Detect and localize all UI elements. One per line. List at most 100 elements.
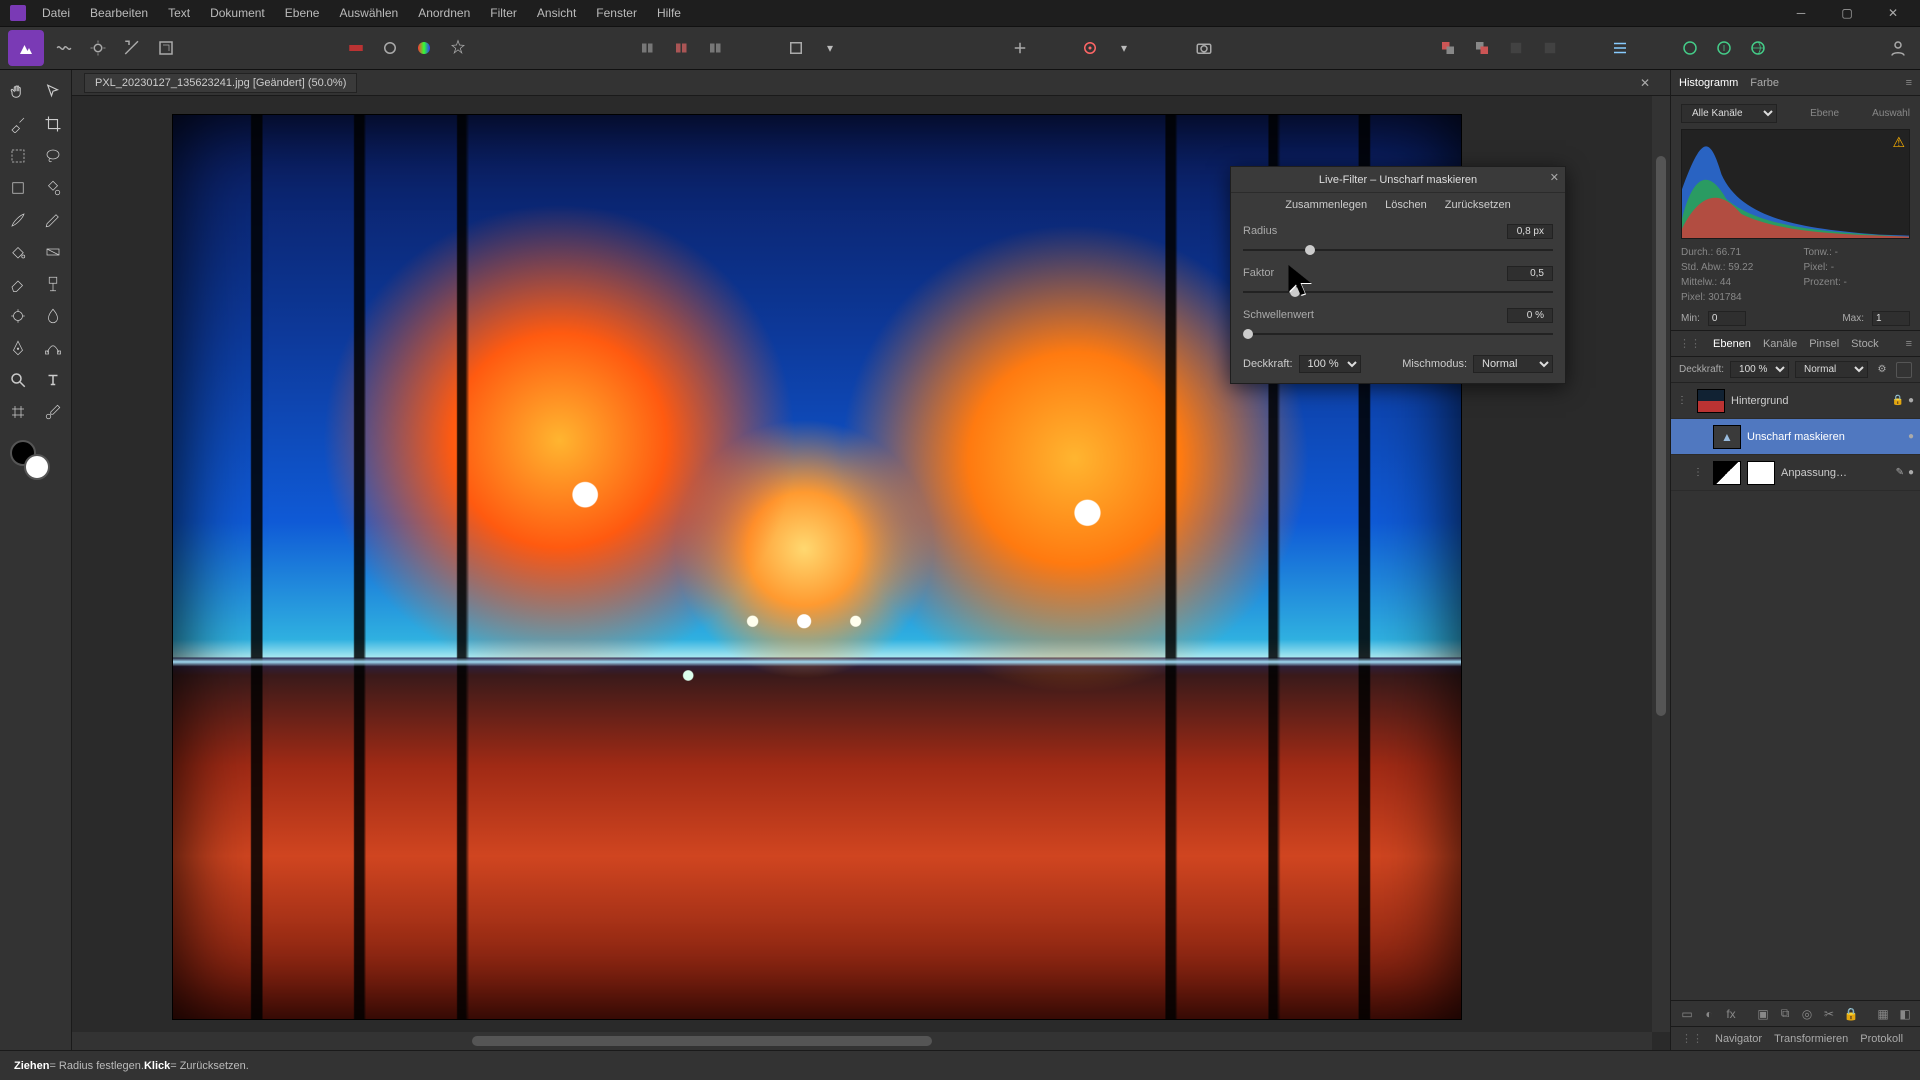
layers-checker-icon[interactable] bbox=[1896, 362, 1912, 378]
quickmask-dropdown-icon[interactable]: ▾ bbox=[816, 34, 844, 62]
edit-icon[interactable]: ✎ bbox=[1896, 467, 1904, 478]
histogram-channel-select[interactable]: Alle Kanäle bbox=[1681, 104, 1777, 123]
histogram-mode-layer[interactable]: Ebene bbox=[1810, 108, 1839, 119]
window-minimize-button[interactable]: ─ bbox=[1778, 0, 1824, 26]
canvas-vscrollbar[interactable] bbox=[1652, 96, 1670, 1032]
threshold-slider[interactable] bbox=[1243, 327, 1553, 341]
zoom-tool-icon[interactable] bbox=[0, 364, 36, 396]
gradient-tool-icon[interactable] bbox=[36, 236, 72, 268]
tab-transform[interactable]: Transformieren bbox=[1774, 1033, 1848, 1045]
layers-opacity-select[interactable]: 100 % bbox=[1730, 361, 1789, 378]
brush-tool-icon[interactable] bbox=[0, 204, 36, 236]
selection-refine-icon[interactable] bbox=[1076, 34, 1104, 62]
layers-add-pixel-icon[interactable]: ▦ bbox=[1875, 1006, 1891, 1022]
layers-crop-icon[interactable]: ✂ bbox=[1821, 1006, 1837, 1022]
radius-slider[interactable] bbox=[1243, 243, 1553, 257]
menu-datei[interactable]: Datei bbox=[32, 2, 80, 24]
menu-text[interactable]: Text bbox=[158, 2, 200, 24]
layers-panel-menu-icon[interactable]: ≡ bbox=[1906, 338, 1912, 350]
tab-stock[interactable]: Stock bbox=[1851, 338, 1879, 350]
menu-dokument[interactable]: Dokument bbox=[200, 2, 275, 24]
lock-icon[interactable]: 🔒 bbox=[1892, 395, 1904, 406]
histogram-mode-selection[interactable]: Auswahl bbox=[1872, 108, 1910, 119]
window-close-button[interactable]: ✕ bbox=[1870, 0, 1916, 26]
layers-link-icon[interactable]: ⧉ bbox=[1777, 1006, 1793, 1022]
layers-mask-icon[interactable]: ▭ bbox=[1679, 1006, 1695, 1022]
fill-tool-icon[interactable] bbox=[0, 236, 36, 268]
hand-tool-icon[interactable] bbox=[0, 76, 36, 108]
persona-photo-icon[interactable] bbox=[8, 30, 44, 66]
canvas-hscrollbar[interactable] bbox=[72, 1032, 1652, 1050]
tool-effects-icon[interactable] bbox=[444, 34, 472, 62]
align-center-icon[interactable] bbox=[668, 34, 696, 62]
swatch-foreground-icon[interactable] bbox=[342, 34, 370, 62]
quickmask-icon[interactable] bbox=[782, 34, 810, 62]
menu-anordnen[interactable]: Anordnen bbox=[408, 2, 480, 24]
menu-hilfe[interactable]: Hilfe bbox=[647, 2, 691, 24]
layers-lock-icon[interactable]: 🔒 bbox=[1843, 1006, 1859, 1022]
menu-fenster[interactable]: Fenster bbox=[586, 2, 647, 24]
factor-slider[interactable] bbox=[1243, 285, 1553, 299]
hist-min-input[interactable] bbox=[1708, 311, 1746, 326]
persona-liquify-icon[interactable] bbox=[50, 34, 78, 62]
color-swatches[interactable] bbox=[0, 436, 71, 496]
tool-colorwheel-icon[interactable] bbox=[410, 34, 438, 62]
dialog-opacity-select[interactable]: 100 % bbox=[1299, 355, 1361, 373]
snap-icon[interactable] bbox=[1006, 34, 1034, 62]
dialog-delete-button[interactable]: Löschen bbox=[1385, 199, 1427, 211]
dialog-blend-select[interactable]: Normal bbox=[1473, 355, 1553, 373]
persona-export-icon[interactable] bbox=[152, 34, 180, 62]
layer-row-unsharp[interactable]: ▲ Unscharf maskieren ● bbox=[1671, 419, 1920, 455]
distribute-icon[interactable] bbox=[1606, 34, 1634, 62]
dodge-tool-icon[interactable] bbox=[0, 300, 36, 332]
layers-adjust-icon[interactable]: ◐ bbox=[1701, 1006, 1717, 1022]
layers-add-mask-icon[interactable]: ◧ bbox=[1897, 1006, 1913, 1022]
marquee-tool-icon[interactable] bbox=[0, 140, 36, 172]
layer-name[interactable]: Unscharf maskieren bbox=[1747, 431, 1902, 443]
cloud-sync-icon[interactable] bbox=[1676, 34, 1704, 62]
dialog-close-button[interactable]: ✕ bbox=[1550, 171, 1559, 184]
dialog-reset-button[interactable]: Zurücksetzen bbox=[1445, 199, 1511, 211]
layer-name[interactable]: Anpassung… bbox=[1781, 467, 1890, 479]
menu-ebene[interactable]: Ebene bbox=[275, 2, 330, 24]
layer-row-background[interactable]: ⋮ Hintergrund 🔒● bbox=[1671, 383, 1920, 419]
crop-tool-icon[interactable] bbox=[36, 108, 72, 140]
layers-grip-icon[interactable]: ⋮⋮ bbox=[1679, 337, 1701, 350]
arrange-back-icon[interactable] bbox=[1434, 34, 1462, 62]
tool-softness-icon[interactable] bbox=[376, 34, 404, 62]
dialog-merge-button[interactable]: Zusammenlegen bbox=[1285, 199, 1367, 211]
tab-color[interactable]: Farbe bbox=[1750, 77, 1779, 89]
pen-tool-icon[interactable] bbox=[0, 332, 36, 364]
eraser-tool-icon[interactable] bbox=[0, 268, 36, 300]
cloud-upload-icon[interactable] bbox=[1710, 34, 1738, 62]
factor-value-field[interactable]: 0,5 bbox=[1507, 266, 1553, 281]
eye-icon[interactable]: ● bbox=[1908, 395, 1914, 406]
eye-icon[interactable]: ● bbox=[1908, 467, 1914, 478]
selection-dropdown-icon[interactable]: ▾ bbox=[1110, 34, 1138, 62]
flood-select-tool-icon[interactable] bbox=[36, 172, 72, 204]
radius-value-field[interactable]: 0,8 px bbox=[1507, 224, 1553, 239]
layer-row-adjustment[interactable]: ⋮ Anpassung… ✎● bbox=[1671, 455, 1920, 491]
move-tool-icon[interactable] bbox=[36, 76, 72, 108]
bottom-grip-icon[interactable]: ⋮⋮ bbox=[1681, 1032, 1703, 1045]
mesh-tool-icon[interactable] bbox=[0, 396, 36, 428]
panel-menu-icon[interactable]: ≡ bbox=[1906, 77, 1912, 89]
menu-auswaehlen[interactable]: Auswählen bbox=[329, 2, 408, 24]
smudge-tool-icon[interactable] bbox=[36, 300, 72, 332]
tab-layers[interactable]: Ebenen bbox=[1713, 338, 1751, 350]
node-tool-icon[interactable] bbox=[36, 332, 72, 364]
eyedropper-tool-icon[interactable] bbox=[36, 396, 72, 428]
align-left-icon[interactable] bbox=[634, 34, 662, 62]
eye-icon[interactable]: ● bbox=[1908, 431, 1914, 442]
live-filter-dialog[interactable]: Live-Filter – Unscharf maskieren ✕ Zusam… bbox=[1230, 166, 1566, 384]
shape-tool-icon[interactable] bbox=[0, 172, 36, 204]
account-icon[interactable] bbox=[1884, 34, 1912, 62]
tab-history[interactable]: Protokoll bbox=[1860, 1033, 1903, 1045]
lasso-tool-icon[interactable] bbox=[36, 140, 72, 172]
document-close-button[interactable]: ✕ bbox=[1632, 76, 1658, 90]
window-maximize-button[interactable]: ▢ bbox=[1824, 0, 1870, 26]
pencil-tool-icon[interactable] bbox=[36, 204, 72, 236]
tab-brush[interactable]: Pinsel bbox=[1809, 338, 1839, 350]
threshold-value-field[interactable]: 0 % bbox=[1507, 308, 1553, 323]
selection-brush-tool-icon[interactable] bbox=[0, 108, 36, 140]
